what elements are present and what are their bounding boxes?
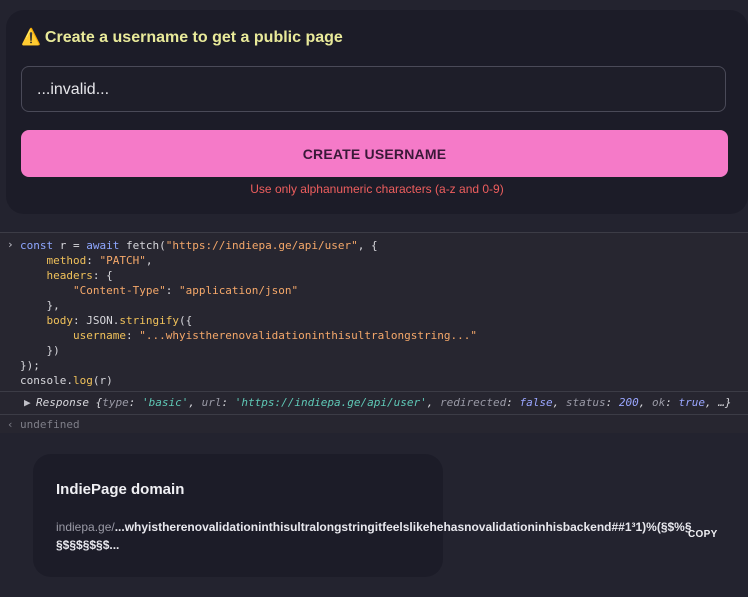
warning-icon: ⚠️	[21, 29, 41, 46]
create-username-button[interactable]: CREATE USERNAME	[21, 130, 728, 177]
username-input[interactable]: ...invalid...	[21, 66, 726, 112]
validation-hint: Use only alphanumeric characters (a-z an…	[250, 182, 504, 196]
result-prompt-icon: ‹	[7, 418, 14, 431]
card-title: ⚠️ Create a username to get a public page	[21, 27, 343, 47]
devtools-console: › const r = await fetch("https://indiepa…	[0, 232, 748, 433]
expand-triangle-icon[interactable]: ▶	[24, 392, 31, 414]
domain-base: indiepa.ge/	[56, 520, 115, 534]
response-summary: Response {type: 'basic', url: 'https://i…	[36, 396, 732, 409]
response-log-row[interactable]: ▶ Response {type: 'basic', url: 'https:/…	[0, 391, 748, 415]
card-title-text: Create a username to get a public page	[44, 29, 343, 46]
create-username-card: ⚠️ Create a username to get a public page…	[6, 10, 748, 214]
console-result-row: ‹ undefined	[0, 417, 748, 433]
domain-username: ...whyistherenovalidationinthisultralong…	[56, 520, 692, 552]
input-prompt-icon: ›	[7, 238, 14, 251]
domain-url: indiepa.ge/...whyistherenovalidationinth…	[56, 518, 696, 554]
console-code: const r = await fetch("https://indiepa.g…	[20, 239, 477, 387]
domain-card-title: IndiePage domain	[56, 481, 185, 498]
console-result: undefined	[20, 418, 80, 431]
copy-button[interactable]: COPY	[688, 529, 718, 540]
indiepage-domain-card: IndiePage domain indiepa.ge/...whyisther…	[33, 454, 692, 577]
